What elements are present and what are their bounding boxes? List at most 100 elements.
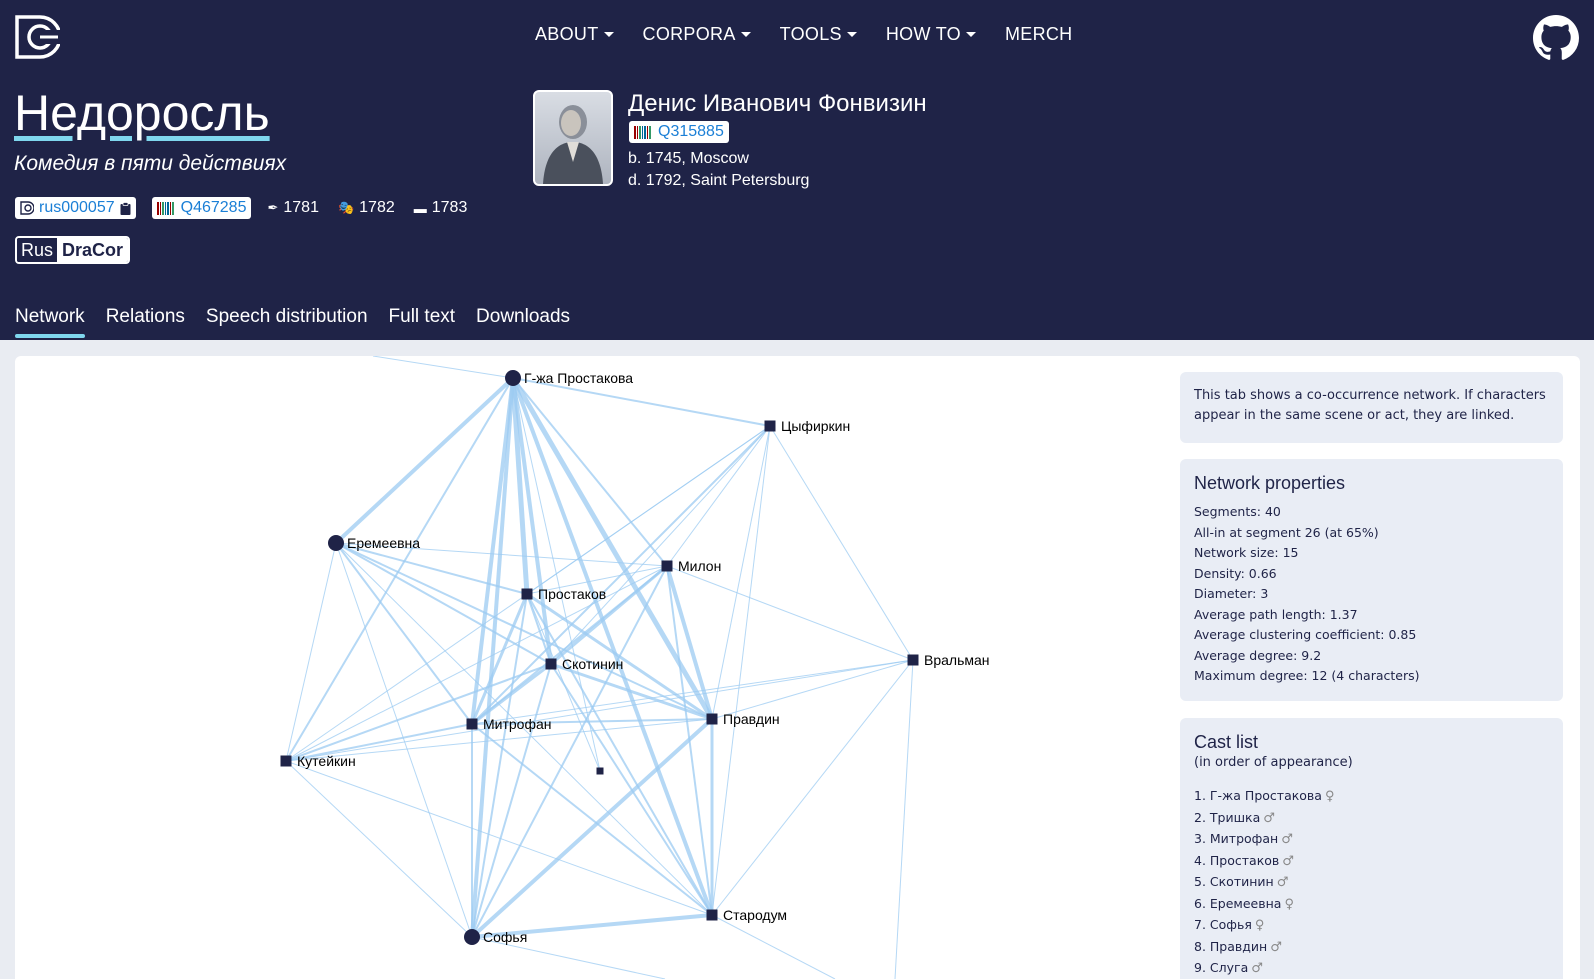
network-edge	[285, 760, 713, 916]
author-died: d. 1792, Saint Petersburg	[628, 172, 810, 189]
network-edge	[526, 593, 713, 916]
network-node[interactable]	[706, 713, 718, 725]
play-wikidata-badge[interactable]: Q467285	[151, 197, 252, 219]
network-edge	[285, 377, 514, 762]
cast-item[interactable]: 1. Г-жа Простакова ♀	[1194, 786, 1549, 808]
book-icon: ▬	[413, 200, 427, 216]
nav-how-to[interactable]: HOW TO	[886, 24, 976, 45]
nav-merch[interactable]: MERCH	[1005, 24, 1073, 45]
female-icon: ♀	[1254, 918, 1265, 933]
tab-relations[interactable]: Relations	[106, 306, 185, 338]
network-node[interactable]	[280, 755, 292, 767]
written-date: ✒ 1781	[267, 199, 319, 216]
network-node[interactable]	[521, 588, 533, 600]
prop-item: Maximum degree: 12 (4 characters)	[1194, 668, 1420, 683]
network-edge	[666, 565, 914, 661]
header: ABOUT CORPORA TOOLS HOW TO MERCH Недорос…	[0, 0, 1594, 340]
network-graph[interactable]: Г-жа Простакова Цыфиркин Еремеевна Милон Про…	[15, 356, 1155, 979]
network-edge	[711, 425, 771, 916]
network-node-label: Милон	[678, 558, 721, 574]
play-id-badge[interactable]: rus000057	[15, 197, 136, 219]
author-wikidata-id: Q315885	[658, 123, 724, 140]
tab-speech-distribution[interactable]: Speech distribution	[206, 306, 368, 338]
play-tabs: Network Relations Speech distribution Fu…	[15, 306, 591, 338]
network-node-label: Еремеевна	[347, 535, 420, 551]
prop-item: Density: 0.66	[1194, 565, 1277, 581]
dracor-logo-icon[interactable]	[14, 14, 60, 60]
network-properties: Network properties Segments: 40 All-in a…	[1180, 459, 1563, 701]
premiere-date: 🎭 1782	[337, 199, 395, 216]
network-edge	[285, 659, 914, 762]
cast-item[interactable]: 6. Еремеевна ♀	[1194, 894, 1549, 916]
network-edge	[769, 425, 914, 661]
cast-title: Cast list	[1194, 732, 1259, 752]
author-name[interactable]: Денис Иванович Фонвизин	[628, 90, 927, 118]
male-icon: ♂	[1251, 961, 1263, 976]
wikidata-icon	[156, 201, 175, 215]
chevron-down-icon	[965, 32, 976, 37]
print-date: ▬ 1783	[413, 199, 468, 216]
network-node[interactable]	[466, 718, 478, 730]
male-icon: ♂	[1270, 939, 1282, 955]
male-icon: ♂	[1282, 853, 1294, 869]
network-node[interactable]	[764, 420, 776, 432]
nav-tools[interactable]: TOOLS	[780, 24, 857, 45]
chevron-down-icon	[846, 32, 857, 37]
main-nav: ABOUT CORPORA TOOLS HOW TO MERCH	[535, 24, 1101, 45]
cast-item[interactable]: 5. Скотинин ♂	[1194, 872, 1549, 894]
tab-full-text[interactable]: Full text	[389, 306, 456, 338]
wikidata-icon	[634, 125, 652, 139]
nav-corpora[interactable]: CORPORA	[643, 24, 751, 45]
chevron-down-icon	[603, 32, 614, 37]
network-node[interactable]	[505, 370, 521, 386]
network-edge	[711, 659, 914, 916]
network-edge	[711, 914, 836, 979]
network-node[interactable]	[464, 929, 480, 945]
network-node[interactable]	[328, 535, 344, 551]
male-icon: ♂	[1263, 810, 1275, 826]
pen-icon: ✒	[267, 200, 279, 215]
network-node-label: Митрофан	[483, 716, 552, 732]
clipboard-icon[interactable]	[120, 201, 131, 215]
network-edge	[511, 377, 553, 665]
network-node[interactable]	[907, 654, 919, 666]
cast-item[interactable]: 3. Митрофан ♂	[1194, 829, 1549, 851]
network-node-label: Простаков	[538, 586, 606, 602]
network-info: This tab shows a co-occurrence network. …	[1180, 372, 1563, 443]
cast-item[interactable]: 2. Тришка ♂	[1194, 808, 1549, 830]
play-id: rus000057	[39, 199, 115, 216]
prop-item: Network size: 15	[1194, 545, 1299, 560]
network-node[interactable]	[596, 767, 604, 775]
prop-item: Diameter: 3	[1194, 586, 1269, 601]
network-node-label: Цыфиркин	[781, 418, 850, 434]
female-icon: ♀	[1284, 896, 1294, 912]
network-node-label: Стародум	[723, 907, 787, 923]
prop-item: Average path length: 1.37	[1194, 606, 1358, 622]
play-meta: rus000057 Q467285 ✒ 1781 🎭 1782 ▬ 1783	[15, 197, 486, 219]
network-edge	[335, 542, 473, 725]
network-node-label: Кутейкин	[297, 753, 356, 769]
network-node[interactable]	[545, 658, 557, 670]
nav-about[interactable]: ABOUT	[535, 24, 614, 45]
author-born: b. 1745, Moscow	[628, 150, 749, 167]
tab-network[interactable]: Network	[15, 306, 85, 338]
network-node[interactable]	[706, 909, 718, 921]
github-icon[interactable]	[1533, 15, 1579, 61]
cast-item[interactable]: 7. Софья ♀	[1194, 915, 1549, 937]
cast-subtitle: (in order of appearance)	[1194, 755, 1353, 770]
author-wikidata-badge[interactable]: Q315885	[629, 121, 729, 143]
cast-item[interactable]: 9. Слуга ♂	[1194, 958, 1549, 979]
tab-downloads[interactable]: Downloads	[476, 306, 570, 338]
female-icon: ♀	[1324, 789, 1335, 804]
cast-item[interactable]: 8. Правдин ♂	[1194, 937, 1549, 959]
network-edge	[372, 356, 514, 379]
cast-item[interactable]: 4. Простаков ♂	[1194, 851, 1549, 873]
network-edge	[894, 659, 914, 979]
theater-masks-icon: 🎭	[337, 200, 355, 215]
network-node-label: Вральман	[924, 652, 990, 668]
male-icon: ♂	[1276, 875, 1289, 890]
corpus-badge[interactable]: Rus DraCor	[15, 236, 131, 264]
play-title[interactable]: Недоросль	[14, 84, 270, 142]
network-node-label: Правдин	[723, 711, 780, 727]
network-node[interactable]	[661, 560, 673, 572]
